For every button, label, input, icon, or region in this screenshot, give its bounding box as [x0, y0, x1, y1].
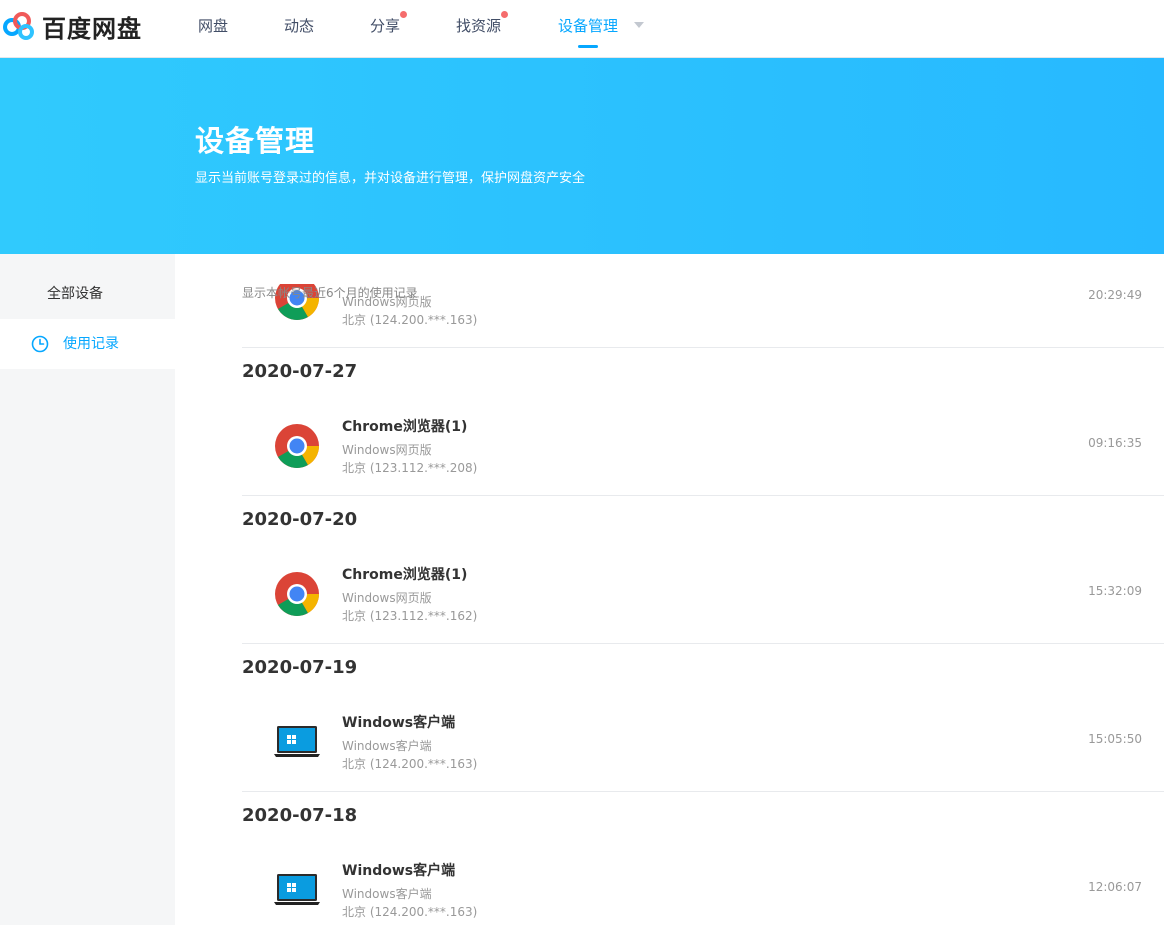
- top-navbar: 百度网盘 网盘 动态 分享 找资源 设备管理: [0, 0, 1164, 58]
- notification-dot: [501, 11, 509, 18]
- entry-time: 12:06:07: [1088, 880, 1142, 894]
- list-item[interactable]: Windows客户端 Windows客户端 北京 (124.200.***.16…: [242, 715, 1164, 799]
- entry-location: 北京 (123.112.***.162): [342, 609, 478, 623]
- sidebar-item-usage-records[interactable]: 使用记录: [0, 319, 175, 369]
- page-subtitle: 显示当前账号登录过的信息，并对设备进行管理，保护网盘资产安全: [195, 171, 586, 186]
- entry-time: 15:32:09: [1088, 584, 1142, 598]
- entry-time: 09:16:35: [1088, 436, 1142, 450]
- entry-device-name: Windows客户端: [342, 715, 456, 731]
- logo-text: 百度网盘: [42, 14, 142, 43]
- list-item[interactable]: Chrome浏览器(1) Windows网页版 北京 (123.112.***.…: [242, 567, 1164, 651]
- scroll-mask: [242, 254, 1164, 284]
- date-heading: 2020-07-19: [242, 657, 358, 678]
- nav-tab-share[interactable]: 分享: [370, 0, 408, 58]
- logo[interactable]: 百度网盘: [0, 8, 142, 44]
- entry-device-type: Windows网页版: [342, 443, 432, 457]
- sidebar-item-usage-records-label: 使用记录: [63, 336, 119, 352]
- chrome-icon: [275, 424, 319, 468]
- list-item[interactable]: Windows客户端 Windows客户端 北京 (124.200.***.16…: [242, 863, 1164, 925]
- nav-tab-find-resources-label: 找资源: [456, 17, 502, 35]
- laptop-icon: [274, 726, 320, 757]
- chevron-down-icon[interactable]: [634, 22, 644, 28]
- entry-device-type: Windows网页版: [342, 591, 432, 605]
- page-title: 设备管理: [195, 124, 316, 158]
- nav-tab-find-resources[interactable]: 找资源: [456, 0, 509, 58]
- clock-icon: [31, 335, 49, 353]
- divider: [242, 791, 1164, 792]
- date-heading: 2020-07-20: [242, 509, 358, 530]
- notification-dot: [400, 11, 408, 18]
- nav-tab-netdisk[interactable]: 网盘: [198, 0, 228, 58]
- entry-location: 北京 (124.200.***.163): [342, 757, 478, 771]
- page-banner: 设备管理 显示当前账号登录过的信息，并对设备进行管理，保护网盘资产安全: [0, 58, 1164, 254]
- divider: [242, 643, 1164, 644]
- nav-tab-activity[interactable]: 动态: [284, 0, 314, 58]
- entry-device-type: Windows客户端: [342, 887, 432, 901]
- usage-records-panel[interactable]: 显示本帐号最近6个月的使用记录 Windows网页版 北京 (124.200.*…: [175, 254, 1164, 925]
- divider: [242, 495, 1164, 496]
- sidebar-item-all-devices[interactable]: 全部设备: [0, 269, 175, 319]
- entry-location: 北京 (123.112.***.208): [342, 461, 478, 475]
- chrome-icon: [275, 572, 319, 616]
- records-note: 显示本帐号最近6个月的使用记录: [242, 286, 418, 300]
- divider: [242, 347, 1164, 348]
- sidebar: 全部设备 使用记录: [0, 254, 175, 925]
- entry-time: 20:29:49: [1088, 288, 1142, 302]
- date-heading: 2020-07-18: [242, 805, 358, 826]
- nav-tab-device-management-label: 设备管理: [558, 17, 619, 35]
- entry-device-name: Chrome浏览器(1): [342, 419, 468, 435]
- entry-location: 北京 (124.200.***.163): [342, 905, 478, 919]
- entry-time: 15:05:50: [1088, 732, 1142, 746]
- entry-device-type: Windows客户端: [342, 739, 432, 753]
- entry-location: 北京 (124.200.***.163): [342, 313, 478, 327]
- entry-device-name: Chrome浏览器(1): [342, 567, 468, 583]
- active-tab-underline: [578, 45, 598, 48]
- laptop-icon: [274, 874, 320, 905]
- nav-tab-share-label: 分享: [370, 17, 401, 35]
- list-item[interactable]: Chrome浏览器(1) Windows网页版 北京 (123.112.***.…: [242, 419, 1164, 503]
- entry-device-name: Windows客户端: [342, 863, 456, 879]
- date-heading: 2020-07-27: [242, 361, 358, 382]
- baidu-netdisk-logo-icon: [3, 12, 34, 40]
- nav-tab-device-management[interactable]: 设备管理: [558, 0, 618, 58]
